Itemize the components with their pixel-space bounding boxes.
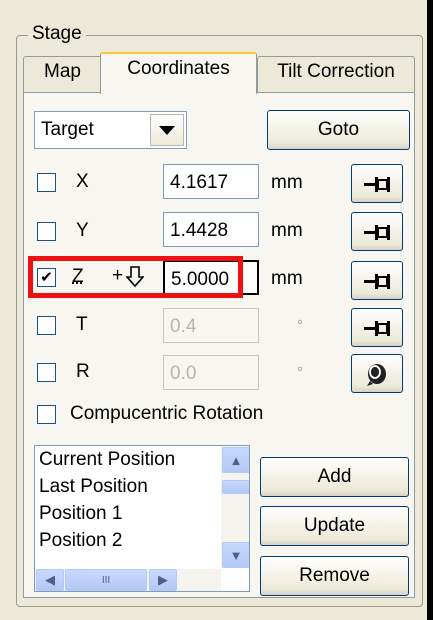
tab-tilt-correction[interactable]: Tilt Correction [257, 56, 415, 93]
z-unit: mm [271, 268, 303, 289]
pin-icon [364, 273, 390, 289]
x-pin-button[interactable] [351, 164, 403, 203]
r-unit: ° [297, 364, 303, 381]
update-button[interactable]: Update [260, 506, 409, 546]
list-item[interactable]: Position 2 [39, 529, 122, 553]
stage-panel: Stage Map Coordinates Tilt Correction Ta… [0, 0, 427, 620]
x-field[interactable]: 4.1617 [163, 164, 259, 199]
compucentric-checkbox[interactable] [37, 405, 56, 424]
scroll-up-icon[interactable]: ▲ [222, 447, 249, 473]
target-select-value: Target [41, 119, 94, 140]
add-button[interactable]: Add [260, 457, 409, 497]
pin-icon [364, 320, 390, 336]
tab-map-label: Map [44, 61, 81, 82]
list-horizontal-scrollbar[interactable]: ◀ III ▶ [35, 569, 221, 591]
update-button-label: Update [303, 515, 366, 536]
axis-label-y: Y [76, 220, 89, 241]
compucentric-label: Compucentric Rotation [70, 403, 264, 424]
pin-icon [364, 224, 390, 240]
window-edge [427, 0, 433, 620]
r-field: 0.0 [163, 355, 259, 390]
t-pin-button[interactable] [351, 308, 403, 347]
list-item[interactable]: Current Position [39, 448, 175, 472]
scroll-grip: III [101, 574, 111, 586]
list-item[interactable]: Last Position [39, 475, 148, 499]
checkbox-y[interactable] [37, 222, 56, 241]
tab-map[interactable]: Map [23, 56, 102, 93]
tab-coordinates[interactable]: Coordinates [100, 52, 257, 94]
scroll-left-icon[interactable]: ◀ [36, 569, 64, 591]
tab-tilt-correction-label: Tilt Correction [277, 61, 395, 82]
t-unit: ° [297, 317, 303, 334]
add-button-label: Add [317, 466, 352, 487]
y-field[interactable]: 1.4428 [163, 212, 259, 247]
scroll-down-icon[interactable]: ▼ [222, 542, 249, 568]
axis-label-t: T [76, 314, 88, 335]
remove-button[interactable]: Remove [260, 556, 409, 596]
checkbox-x[interactable] [37, 173, 56, 192]
scroll-right-icon[interactable]: ▶ [149, 569, 177, 591]
z-pin-button[interactable] [351, 261, 403, 300]
x-unit: mm [271, 172, 303, 193]
stage-group-label: Stage [28, 22, 86, 46]
chevron-down-icon[interactable] [150, 114, 184, 146]
y-unit: mm [271, 220, 303, 241]
scroll-thumb[interactable]: III [65, 569, 147, 591]
rotate-button[interactable] [351, 354, 403, 393]
checkbox-t[interactable] [37, 316, 56, 335]
axis-label-r: R [76, 361, 90, 382]
axis-label-x: X [76, 171, 89, 192]
goto-button-label: Goto [317, 119, 360, 140]
positions-listbox[interactable]: Current Position Last Position Position … [34, 445, 250, 592]
z-highlight-box [28, 256, 243, 298]
checkbox-r[interactable] [37, 363, 56, 382]
pin-icon [364, 176, 390, 192]
target-select[interactable]: Target [34, 111, 187, 149]
list-vertical-scrollbar[interactable]: ▲ ▼ [221, 446, 249, 568]
list-item[interactable]: Position 1 [39, 502, 122, 526]
t-field: 0.4 [163, 308, 259, 343]
tab-coordinates-label: Coordinates [127, 58, 230, 79]
goto-button[interactable]: Goto [267, 110, 410, 150]
rotate-icon [367, 363, 386, 386]
scroll-thumb[interactable] [222, 480, 249, 494]
remove-button-label: Remove [299, 565, 370, 586]
y-pin-button[interactable] [351, 212, 403, 251]
